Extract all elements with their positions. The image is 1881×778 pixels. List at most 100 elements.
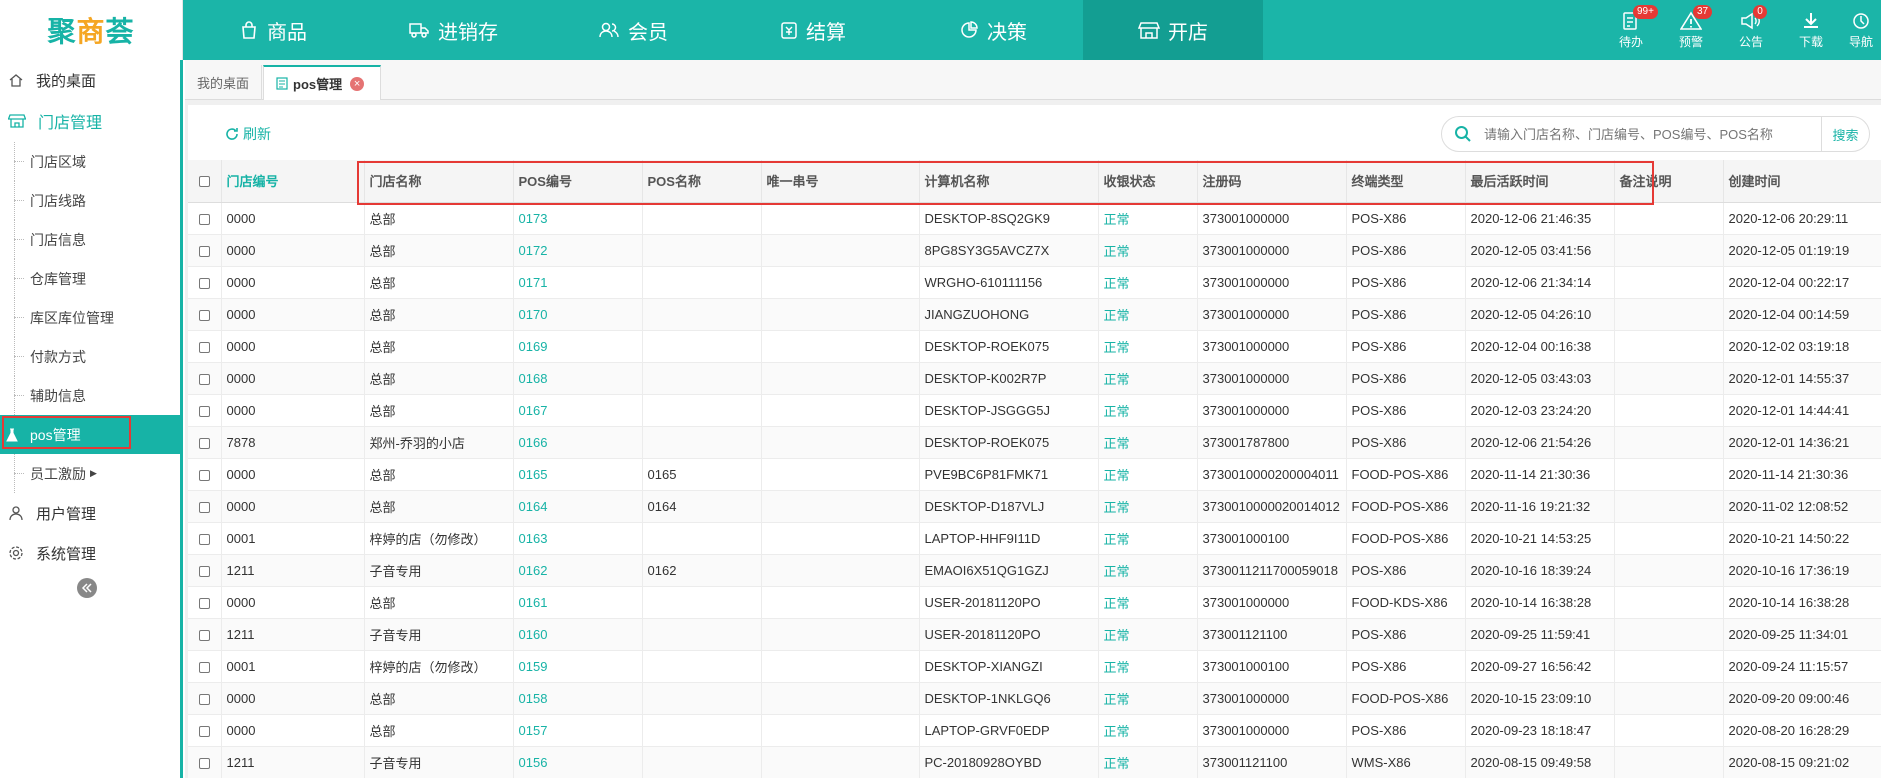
row-checkbox[interactable] xyxy=(198,597,210,609)
table-row[interactable]: 1211 子音专用 0160 USER-20181120PO 正常 37300112110… xyxy=(188,618,1881,651)
tool-notice[interactable]: 0 公告 xyxy=(1721,0,1781,60)
table-row[interactable]: 0000 总部 0173 DESKTOP-8SQ2GK9 正常 373001000000 P… xyxy=(188,202,1881,235)
cell-pos-no[interactable]: 0158 xyxy=(513,682,643,715)
table-row[interactable]: 0000 总部 0171 WRGHO-610111156 正常 373001000000 P… xyxy=(188,266,1881,299)
row-checkbox[interactable] xyxy=(198,725,210,737)
tab-desktop[interactable]: 我的桌面 xyxy=(185,65,262,100)
collapse-sidebar-button[interactable] xyxy=(77,578,97,598)
nav-item-inventory[interactable]: 进销存 xyxy=(363,0,543,60)
cell-pos-no[interactable]: 0165 xyxy=(513,458,643,491)
cell-pos-no[interactable]: 0170 xyxy=(513,298,643,331)
row-checkbox[interactable] xyxy=(198,245,210,257)
row-checkbox[interactable] xyxy=(198,693,210,705)
cell-pos-no[interactable]: 0161 xyxy=(513,586,643,619)
table-row[interactable]: 0000 总部 0170 JIANGZUOHONG 正常 373001000000 POS-… xyxy=(188,298,1881,331)
table-row[interactable]: 0001 梓婷的店（勿修改） 0159 DESKTOP-XIANGZI 正常 373001… xyxy=(188,650,1881,683)
tool-todo[interactable]: 99+ 待办 xyxy=(1601,0,1661,60)
row-checkbox[interactable] xyxy=(198,757,210,769)
sidebar-item-warehouse[interactable]: 仓库管理 xyxy=(0,259,180,298)
cell-pos-no[interactable]: 0164 xyxy=(513,490,643,523)
sidebar-item-user-mgmt[interactable]: 用户管理 xyxy=(0,493,180,533)
col-last-active[interactable]: 最后活跃时间 xyxy=(1465,160,1615,203)
sidebar-item-store-info[interactable]: 门店信息 xyxy=(0,220,180,259)
cell-pos-no[interactable]: 0173 xyxy=(513,202,643,235)
table-row[interactable]: 0000 总部 0157 LAPTOP-GRVF0EDP 正常 373001000000 P… xyxy=(188,714,1881,747)
cell-pos-no[interactable]: 0166 xyxy=(513,426,643,459)
nav-item-open-store[interactable]: 开店 xyxy=(1083,0,1263,60)
table-row[interactable]: 7878 郑州-乔羽的小店 0166 DESKTOP-ROEK075 正常 3730017… xyxy=(188,426,1881,459)
table-row[interactable]: 0000 总部 0158 DESKTOP-1NKLGQ6 正常 373001000000 F… xyxy=(188,682,1881,715)
cell-pos-no[interactable]: 0167 xyxy=(513,394,643,427)
col-pos-name[interactable]: POS名称 xyxy=(642,160,762,203)
row-checkbox[interactable] xyxy=(198,309,210,321)
cell-pos-no[interactable]: 0168 xyxy=(513,362,643,395)
cell-pos-no[interactable]: 0162 xyxy=(513,554,643,587)
table-row[interactable]: 0000 总部 0165 0165 PVE9BC6P81FMK71 正常 373001000… xyxy=(188,458,1881,491)
row-checkbox[interactable] xyxy=(198,437,210,449)
tool-download[interactable]: 下载 xyxy=(1781,0,1841,60)
row-checkbox[interactable] xyxy=(198,341,210,353)
row-checkbox[interactable] xyxy=(198,405,210,417)
table-row[interactable]: 0000 总部 0169 DESKTOP-ROEK075 正常 373001000000 P… xyxy=(188,330,1881,363)
tool-navigation[interactable]: 导航 xyxy=(1841,0,1881,60)
col-created[interactable]: 创建时间 xyxy=(1723,160,1881,203)
nav-item-settlement[interactable]: 结算 xyxy=(723,0,903,60)
table-row[interactable]: 1211 子音专用 0162 0162 EMAOI6X51QG1GZJ 正常 3730011… xyxy=(188,554,1881,587)
cell-store-name: 子音专用 xyxy=(364,554,514,587)
sidebar-item-system-mgmt[interactable]: 系统管理 xyxy=(0,533,180,573)
cell-pos-no[interactable]: 0157 xyxy=(513,714,643,747)
row-checkbox[interactable] xyxy=(198,661,210,673)
select-all-checkbox[interactable] xyxy=(198,176,210,188)
table-row[interactable]: 0000 总部 0164 0164 DESKTOP-D187VLJ 正常 373001000… xyxy=(188,490,1881,523)
col-store-no[interactable]: 门店编号 xyxy=(221,160,365,203)
sidebar-group-store-mgmt[interactable]: 门店管理 xyxy=(0,100,180,142)
table-row[interactable]: 0000 总部 0167 DESKTOP-JSGGG5J 正常 373001000000 P… xyxy=(188,394,1881,427)
col-computer-name[interactable]: 计算机名称 xyxy=(919,160,1099,203)
sidebar-item-incentive[interactable]: 员工激励 ▶ xyxy=(0,454,180,493)
search-input[interactable] xyxy=(1484,126,1804,142)
row-checkbox[interactable] xyxy=(198,501,210,513)
col-cashier-status[interactable]: 收银状态 xyxy=(1098,160,1198,203)
sidebar-item-aux-info[interactable]: 辅助信息 xyxy=(0,376,180,415)
row-checkbox[interactable] xyxy=(198,629,210,641)
tool-warning[interactable]: 37 预警 xyxy=(1661,0,1721,60)
nav-item-members[interactable]: 会员 xyxy=(543,0,723,60)
nav-item-goods[interactable]: 商品 xyxy=(183,0,363,60)
cell-pos-no[interactable]: 0160 xyxy=(513,618,643,651)
table-row[interactable]: 1211 子音专用 0156 PC-20180928OYBD 正常 37300112110… xyxy=(188,746,1881,778)
sidebar-item-store-area[interactable]: 门店区域 xyxy=(0,142,180,181)
col-remark[interactable]: 备注说明 xyxy=(1614,160,1724,203)
tab-pos-mgmt[interactable]: pos管理 × xyxy=(263,65,381,100)
cell-pos-no[interactable]: 0172 xyxy=(513,234,643,267)
row-checkbox[interactable] xyxy=(198,373,210,385)
cell-pos-no[interactable]: 0169 xyxy=(513,330,643,363)
sidebar-item-desktop[interactable]: 我的桌面 xyxy=(0,60,180,100)
row-checkbox[interactable] xyxy=(198,565,210,577)
search-button[interactable]: 搜索 xyxy=(1821,117,1869,151)
table-row[interactable]: 0000 总部 0161 USER-20181120PO 正常 373001000000 F… xyxy=(188,586,1881,619)
col-store-name[interactable]: 门店名称 xyxy=(364,160,514,203)
cell-pos-no[interactable]: 0163 xyxy=(513,522,643,555)
col-reg-code[interactable]: 注册码 xyxy=(1197,160,1347,203)
row-checkbox[interactable] xyxy=(198,469,210,481)
row-checkbox[interactable] xyxy=(198,213,210,225)
table-row[interactable]: 0000 总部 0172 8PG8SY3G5AVCZ7X 正常 373001000000 P… xyxy=(188,234,1881,267)
col-serial[interactable]: 唯一串号 xyxy=(761,160,920,203)
refresh-button[interactable]: 刷新 xyxy=(225,124,271,144)
nav-item-decision[interactable]: 决策 xyxy=(903,0,1083,60)
sidebar-item-store-route[interactable]: 门店线路 xyxy=(0,181,180,220)
col-terminal-type[interactable]: 终端类型 xyxy=(1346,160,1466,203)
cell-pos-no[interactable]: 0171 xyxy=(513,266,643,299)
cell-pos-no[interactable]: 0159 xyxy=(513,650,643,683)
row-checkbox[interactable] xyxy=(198,277,210,289)
table-row[interactable]: 0001 梓婷的店（勿修改） 0163 LAPTOP-HHF9I11D 正常 373001… xyxy=(188,522,1881,555)
logo[interactable]: 聚商荟 xyxy=(0,0,183,60)
cell-serial xyxy=(761,426,920,459)
sidebar-item-location[interactable]: 库区库位管理 xyxy=(0,298,180,337)
row-checkbox[interactable] xyxy=(198,533,210,545)
sidebar-item-payment[interactable]: 付款方式 xyxy=(0,337,180,376)
col-pos-no[interactable]: POS编号 xyxy=(513,160,643,203)
cell-pos-no[interactable]: 0156 xyxy=(513,746,643,778)
table-row[interactable]: 0000 总部 0168 DESKTOP-K002R7P 正常 373001000000 P… xyxy=(188,362,1881,395)
close-icon[interactable]: × xyxy=(350,76,365,91)
